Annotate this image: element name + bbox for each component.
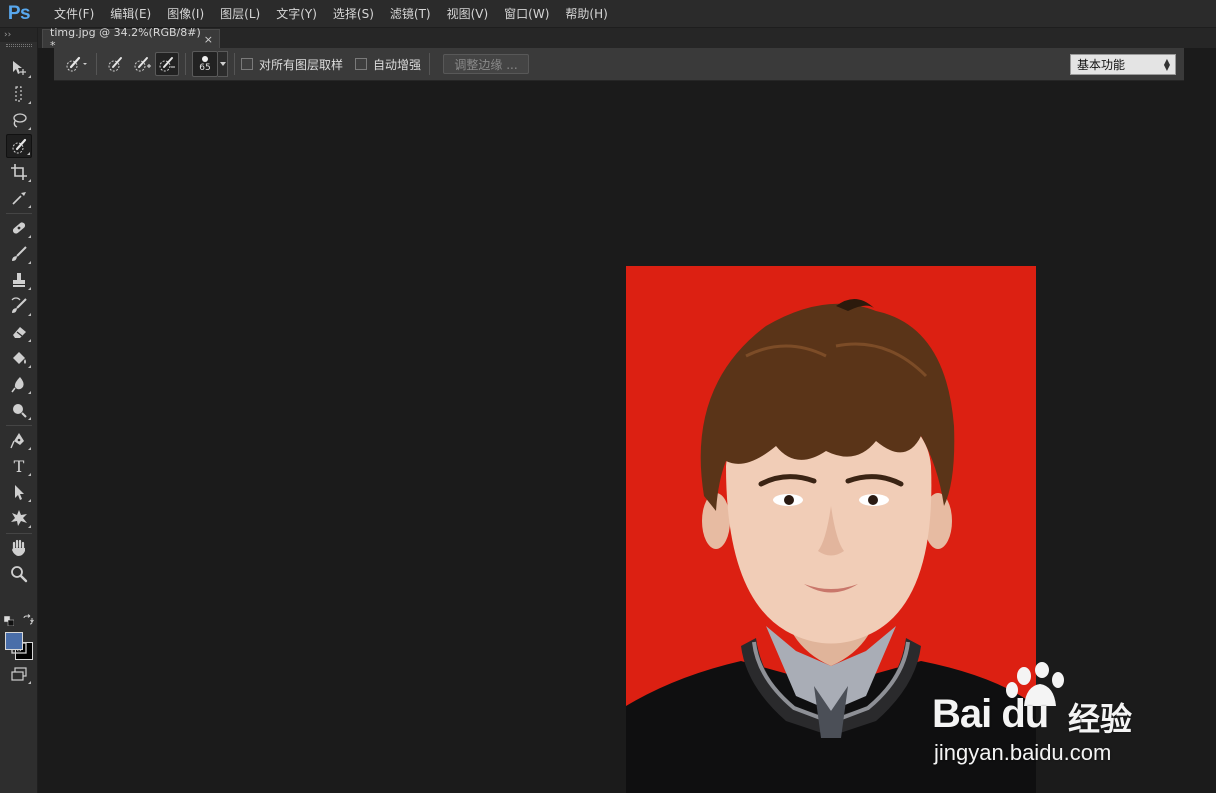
sample-all-layers-checkbox[interactable]: [241, 58, 253, 70]
tools-panel-grip[interactable]: [5, 44, 32, 47]
menu-layer[interactable]: 图层(L): [212, 0, 268, 28]
watermark-brand-cn: 经验: [1068, 700, 1133, 738]
dodge-tool[interactable]: [6, 398, 32, 422]
menu-bar: Ps 文件(F) 编辑(E) 图像(I) 图层(L) 文字(Y) 选择(S) 滤…: [0, 0, 1216, 28]
marquee-icon: [15, 86, 22, 102]
hand-icon: [12, 539, 25, 556]
magnifier-icon: [11, 566, 28, 583]
menu-edit[interactable]: 编辑(E): [102, 0, 159, 28]
menu-help[interactable]: 帮助(H): [557, 0, 615, 28]
type-icon: T: [13, 456, 25, 476]
photoshop-logo: Ps: [7, 2, 31, 24]
path-selection-arrow-icon: [15, 485, 24, 500]
screen-mode-icon: [11, 667, 27, 681]
foreground-color-swatch[interactable]: [5, 632, 23, 650]
history-brush-tool[interactable]: [6, 294, 32, 318]
menu-type[interactable]: 文字(Y): [268, 0, 325, 28]
menu-image[interactable]: 图像(I): [159, 0, 212, 28]
crop-icon: [11, 164, 27, 180]
lasso-icon: [13, 113, 27, 128]
type-tool[interactable]: T: [6, 454, 32, 478]
menu-window[interactable]: 窗口(W): [496, 0, 557, 28]
eyedropper-tool[interactable]: [6, 186, 32, 210]
menu-view[interactable]: 视图(V): [439, 0, 497, 28]
bandage-icon: [12, 222, 26, 234]
brush-icon: [12, 246, 27, 261]
auto-enhance-checkbox[interactable]: [355, 58, 368, 70]
sample-all-layers-label: 对所有图层取样: [259, 57, 344, 72]
marquee-tool[interactable]: [6, 82, 32, 106]
up-down-arrows-icon: ▲ ▼: [1163, 57, 1170, 72]
menu-items: 文件(F) 编辑(E) 图像(I) 图层(L) 文字(Y) 选择(S) 滤镜(T…: [38, 0, 616, 28]
lasso-tool[interactable]: [6, 108, 32, 132]
path-selection-tool[interactable]: [6, 480, 32, 504]
menu-file[interactable]: 文件(F): [46, 0, 102, 28]
chevron-down-icon: [219, 62, 226, 66]
zoom-tool[interactable]: [6, 562, 32, 586]
crop-tool[interactable]: [6, 160, 32, 184]
menu-filter[interactable]: 滤镜(T): [382, 0, 439, 28]
dodge-icon: [13, 404, 27, 418]
eraser-icon: [13, 327, 26, 338]
paint-bucket-tool[interactable]: [6, 346, 32, 370]
close-icon[interactable]: ×: [204, 33, 213, 46]
quick-selection-icon: [12, 138, 27, 154]
paint-bucket-icon: [13, 352, 26, 364]
swap-colors-icon[interactable]: [22, 614, 34, 626]
brush-tip-icon: [202, 55, 208, 62]
screen-mode-button[interactable]: [6, 662, 32, 686]
history-brush-icon: [11, 297, 27, 313]
pen-icon: [10, 433, 24, 449]
custom-shape-icon: [11, 510, 27, 526]
brush-size-value: 65: [199, 62, 211, 73]
blur-drop-icon: [11, 377, 24, 393]
refine-edge-button[interactable]: 调整边缘 ...: [443, 54, 530, 74]
stamp-icon: [13, 273, 25, 287]
document-tab-bar: timg.jpg @ 34.2%(RGB/8#) * ×: [38, 26, 1216, 52]
pen-tool[interactable]: [6, 428, 32, 452]
eraser-tool[interactable]: [6, 320, 32, 344]
default-colors-icon[interactable]: [4, 616, 14, 626]
new-selection-brush-icon: [108, 57, 122, 72]
add-to-selection-mode-button[interactable]: [129, 52, 155, 76]
quick-selection-tool[interactable]: [6, 134, 32, 158]
brush-size-picker[interactable]: 65: [192, 51, 218, 77]
subtract-from-selection-mode-button[interactable]: [155, 52, 179, 76]
watermark-url: jingyan.baidu.com: [934, 740, 1112, 765]
new-selection-mode-button[interactable]: [103, 52, 129, 76]
quick-selection-preset-icon: [66, 56, 87, 72]
menu-select[interactable]: 选择(S): [325, 0, 382, 28]
workspace-switcher-value: 基本功能: [1077, 58, 1126, 72]
baidu-jingyan-watermark: Bai du 经验 jingyan.baidu.com: [932, 662, 1162, 772]
tools-panel: ›› T: [0, 28, 38, 793]
photoshop-window: Ps 文件(F) 编辑(E) 图像(I) 图层(L) 文字(Y) 选择(S) 滤…: [0, 0, 1216, 793]
document-tab[interactable]: timg.jpg @ 34.2%(RGB/8#) * ×: [42, 26, 220, 52]
clone-stamp-tool[interactable]: [6, 268, 32, 292]
auto-enhance-label: 自动增强: [373, 57, 422, 72]
healing-brush-tool[interactable]: [6, 216, 32, 240]
blur-tool[interactable]: [6, 372, 32, 396]
custom-shape-tool[interactable]: [6, 506, 32, 530]
tools-panel-collapse[interactable]: ››: [0, 28, 37, 42]
watermark-brand: Bai du: [932, 692, 1049, 736]
tool-preset-picker[interactable]: [62, 52, 90, 76]
brush-picker-dropdown[interactable]: [218, 51, 228, 77]
subtract-selection-brush-icon: [159, 57, 175, 72]
brush-tool[interactable]: [6, 242, 32, 266]
workspace-switcher[interactable]: 基本功能 ▲ ▼: [1070, 54, 1176, 75]
eyedropper-icon: [12, 192, 26, 205]
move-tool[interactable]: [6, 56, 32, 80]
add-selection-brush-icon: [134, 57, 151, 72]
move-icon: [13, 61, 26, 75]
tool-options-bar: 65 对所有图层取样 自动增强 调整边缘 ... 基本功能 ▲ ▼: [54, 48, 1184, 81]
hand-tool[interactable]: [6, 536, 32, 560]
